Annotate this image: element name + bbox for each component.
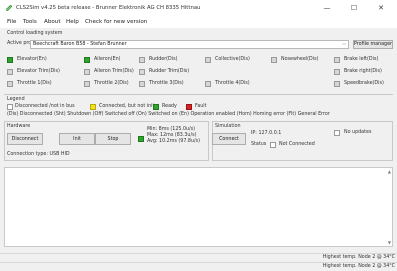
axis-throttle-3-checkbox[interactable] (139, 81, 145, 87)
hardware-min-latency: Min: 8ms (125.0u/s) (147, 127, 196, 132)
axis-rudder-trim-checkbox[interactable] (139, 69, 145, 75)
axis-speedbrake-checkbox[interactable] (334, 81, 340, 87)
hardware-label: Hardware (7, 124, 31, 129)
axis-throttle-3-label: Throttle 3(Dis) (149, 81, 184, 86)
axis-speedbrake-label: Speedbrake(Dis) (344, 81, 384, 86)
menu-file[interactable]: File (7, 19, 16, 25)
axis-throttle-2-checkbox[interactable] (84, 81, 90, 87)
no-updates-checkbox[interactable] (334, 130, 340, 136)
hardware-avg-latency: Avg: 10.2ms (97.8u/s) (147, 139, 200, 144)
simulation-status-label: Status (251, 142, 267, 147)
axis-brake-left-checkbox[interactable] (334, 57, 340, 63)
axis-rudder-label: Rudder(Dis) (149, 57, 178, 62)
legend-divider (4, 94, 393, 95)
active-profile-select[interactable]: Beechcraft Baron B58 - Stefan Brunner ⌵ (30, 40, 349, 49)
axis-throttle-4-checkbox[interactable] (205, 81, 211, 87)
scroll-down-icon[interactable]: ▼ (388, 240, 391, 245)
axis-elevator-label: Elevator(En) (17, 57, 47, 62)
window-title: CLS2Sim v4.25 beta release - Brunner Ele… (16, 5, 201, 11)
legend-connected-swatch (90, 104, 96, 110)
active-profile-value: Beechcraft Baron B58 - Stefan Brunner (33, 42, 127, 47)
legend-abbreviations: (Dis) Disconnected (Sht) Shutdown (Off) … (7, 112, 330, 117)
menu-bar: File Tools About Help Check for new vers… (0, 17, 397, 28)
legend-ready-label: Ready (162, 104, 177, 109)
axis-collective-label: Collective(Dis) (215, 57, 250, 62)
axis-brake-right-label: Brake right(Dis) (344, 69, 382, 74)
scroll-up-icon[interactable]: ▲ (388, 169, 391, 174)
axis-aileron-label: Aileron(En) (94, 57, 121, 62)
no-updates-label: No updates (344, 130, 372, 135)
legend-disconnected-swatch (7, 104, 13, 110)
axis-collective-checkbox[interactable] (205, 57, 211, 63)
legend-fault-label: Fault (195, 104, 207, 109)
legend-fault-swatch (186, 104, 192, 110)
title-bar: CLS2Sim v4.25 beta release - Brunner Ele… (0, 0, 397, 17)
close-button[interactable]: ✕ (373, 2, 389, 14)
axis-throttle-1-label: Throttle 1(Dis) (17, 81, 52, 86)
legend-connected-label: Connected, but not init (99, 104, 155, 109)
axis-aileron-checkbox[interactable] (84, 57, 90, 63)
axis-throttle-2-label: Throttle 2(Dis) (94, 81, 129, 86)
highest-temp-status-secondary: Highest temp. Node 2 @ 34°C (322, 264, 395, 269)
simulation-status-indicator (270, 142, 276, 148)
chevron-down-icon: ⌵ (342, 41, 346, 47)
simulation-status-value: Not Connected (279, 142, 315, 147)
log-output-area[interactable]: ▲ ▼ (4, 167, 393, 247)
axis-elevator-checkbox[interactable] (7, 57, 13, 63)
simulation-ip: IP: 127.0.0.1 (251, 131, 282, 136)
app-logo-icon (6, 5, 12, 11)
hardware-status-indicator (138, 136, 144, 142)
menu-help[interactable]: Help (66, 19, 79, 25)
axis-rudder-trim-label: Rudder Trim(Dis) (149, 69, 190, 74)
simulation-label: Simulation (215, 124, 241, 129)
init-button[interactable]: Init (59, 133, 95, 145)
menu-about[interactable]: About (44, 19, 61, 25)
stop-button[interactable]: Stop (95, 133, 131, 145)
axis-nosewheel-label: Nosewheel(Dis) (281, 57, 319, 62)
axis-brake-left-label: Brake left(Dis) (344, 57, 379, 62)
legend-ready-swatch (153, 104, 159, 110)
minimize-button[interactable]: — (319, 2, 335, 14)
axis-throttle-4-label: Throttle 4(Dis) (215, 81, 250, 86)
axis-nosewheel-checkbox[interactable] (271, 57, 277, 63)
menu-tools[interactable]: Tools (23, 19, 37, 25)
axis-elevator-trim-checkbox[interactable] (7, 69, 13, 75)
axis-aileron-trim-checkbox[interactable] (84, 69, 90, 75)
axis-elevator-trim-label: Elevator Trim(Dis) (17, 69, 60, 74)
axis-throttle-1-checkbox[interactable] (7, 81, 13, 87)
legend-label: Legend (7, 97, 25, 102)
status-bar-primary: Highest temp. Node 2 @ 34°C (0, 253, 397, 262)
axis-rudder-checkbox[interactable] (139, 57, 145, 63)
maximize-button[interactable]: ☐ (346, 2, 362, 14)
profile-manager-button[interactable]: Profile manager (353, 40, 393, 49)
hardware-max-latency: Max: 12ms (83.3u/s) (147, 133, 197, 138)
connect-button[interactable]: Connect (212, 133, 246, 145)
connection-type-label: Connection type: USB HID (7, 152, 70, 157)
menu-check-new-version[interactable]: Check for new version (85, 19, 147, 25)
control-loading-group-label: Control loading system (7, 31, 63, 36)
legend-disconnected-label: Disconnected /not in bus (15, 104, 75, 109)
highest-temp-status: Highest temp. Node 2 @ 34°C (322, 255, 395, 260)
disconnect-button[interactable]: Disconnect (7, 133, 43, 145)
status-bar-secondary: Highest temp. Node 2 @ 34°C (0, 262, 397, 271)
axis-brake-right-checkbox[interactable] (334, 69, 340, 75)
axis-aileron-trim-label: Aileron Trim(Dis) (94, 69, 134, 74)
